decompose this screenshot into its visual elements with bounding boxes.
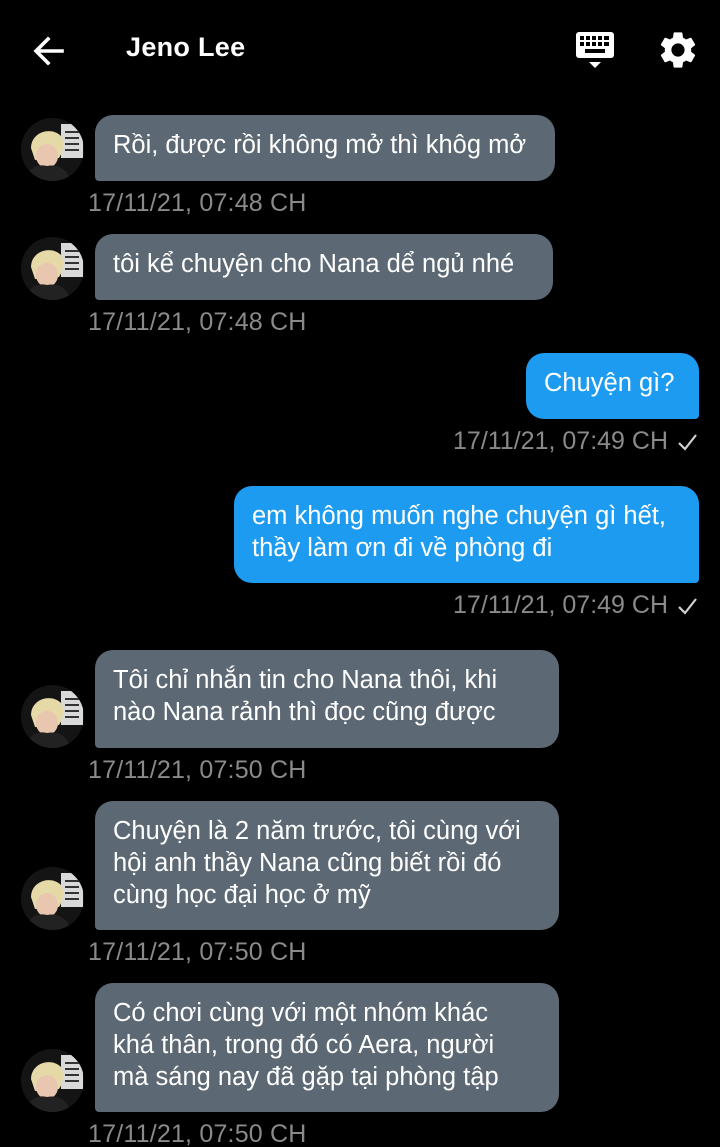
chat-screen: Jeno Lee Rồi, được rồi không mở thì khôg… (0, 0, 720, 1147)
check-icon (678, 433, 697, 451)
message-timestamp: 17/11/21, 07:50 CH (88, 756, 307, 784)
message-bubble-incoming[interactable]: Có chơi cùng với một nhóm khác khá thân,… (95, 983, 559, 1112)
avatar[interactable] (21, 1049, 84, 1112)
keyboard-icon (576, 32, 614, 68)
avatar-image (21, 118, 84, 181)
check-icon (678, 597, 697, 615)
message-bubble-outgoing[interactable]: Chuyện gì? (526, 353, 699, 419)
avatar-image (21, 237, 84, 300)
message-bubble-incoming[interactable]: Tôi chỉ nhắn tin cho Nana thôi, khi nào … (95, 650, 559, 748)
avatar[interactable] (21, 867, 84, 930)
settings-button[interactable] (656, 28, 700, 72)
message-timestamp: 17/11/21, 07:48 CH (88, 308, 307, 336)
avatar[interactable] (21, 118, 84, 181)
contact-name[interactable]: Jeno Lee (126, 32, 245, 63)
message-timestamp: 17/11/21, 07:49 CH (453, 591, 668, 619)
message-timestamp: 17/11/21, 07:50 CH (88, 938, 307, 966)
message-bubble-outgoing[interactable]: em không muốn nghe chuyện gì hết, thầy l… (234, 486, 699, 583)
message-timestamp: 17/11/21, 07:50 CH (88, 1120, 307, 1147)
avatar[interactable] (21, 685, 84, 748)
message-timestamp: 17/11/21, 07:48 CH (88, 189, 307, 217)
avatar-image (21, 867, 84, 930)
message-timestamp: 17/11/21, 07:49 CH (453, 427, 668, 455)
message-meta: 17/11/21, 07:49 CH (453, 591, 698, 620)
arrow-left-icon (33, 36, 64, 66)
message-bubble-incoming[interactable]: Rồi, được rồi không mở thì khôg mở (95, 115, 555, 181)
avatar[interactable] (21, 237, 84, 300)
avatar-image (21, 1049, 84, 1112)
keyboard-button[interactable] (572, 30, 618, 72)
message-meta: 17/11/21, 07:49 CH (453, 427, 698, 456)
avatar-image (21, 685, 84, 748)
message-bubble-incoming[interactable]: tôi kể chuyện cho Nana dể ngủ nhé (95, 234, 553, 300)
chat-header: Jeno Lee (0, 0, 720, 100)
gear-icon (660, 32, 696, 68)
back-button[interactable] (28, 30, 70, 72)
message-bubble-incoming[interactable]: Chuyện là 2 năm trước, tôi cùng với hội … (95, 801, 559, 930)
